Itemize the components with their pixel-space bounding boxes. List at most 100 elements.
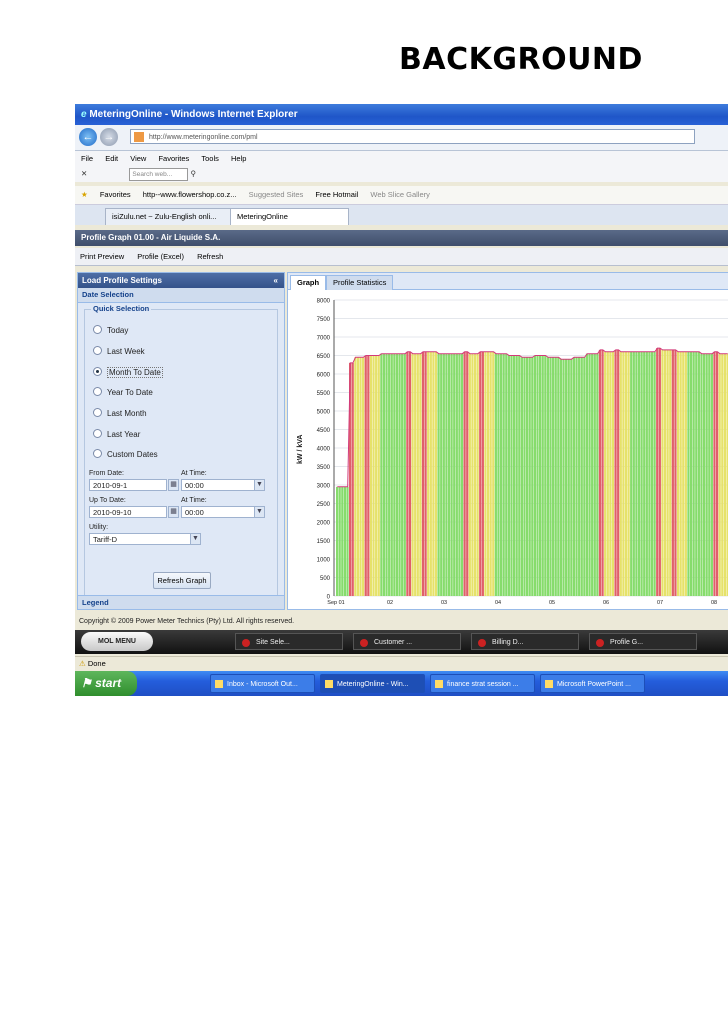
favorite-flowershop[interactable]: http--www.flowershop.co.z... [143,190,237,199]
y-axis-ticks: 0500100015002000250030003500400045005000… [317,299,331,601]
print-preview-button[interactable]: Print Preview [80,252,124,261]
chart-bar [362,357,365,596]
from-time-field[interactable]: 00:00 [181,479,263,491]
chart-bar [692,351,695,596]
chart-bar [559,359,563,596]
chart-bar [544,355,547,596]
close-icon[interactable]: ✕ [81,169,87,178]
favorites-star-icon[interactable]: ★ [81,190,88,199]
tab-profile-statistics[interactable]: Profile Statistics [326,275,394,290]
x-tick-label: 06 [603,600,609,606]
menu-file[interactable]: File [81,154,93,163]
calendar-icon[interactable]: ▦ [168,506,179,518]
favorite-web-slice[interactable]: Web Slice Gallery [370,190,429,199]
chart-bar [635,351,638,596]
quick-selection-legend: Quick Selection [91,304,152,313]
chart-bar [546,357,550,596]
to-date-field[interactable]: 2010-09-10 [89,506,167,518]
y-tick-label: 2000 [317,521,331,527]
radio-last-year[interactable]: Last Year [93,429,140,439]
menu-favorites[interactable]: Favorites [158,154,189,163]
from-time-label: At Time: [181,470,207,477]
chart-bar [583,357,586,596]
tab-graph[interactable]: Graph [290,275,327,290]
menu-view[interactable]: View [130,154,146,163]
chart-bar [570,359,573,596]
forward-icon[interactable]: → [100,128,118,146]
tab-isizulu[interactable]: isiZulu.net ~ Zulu-English onli... [105,208,239,225]
chart-bar [601,349,604,596]
chart-bar [481,351,484,596]
radio-year-to-date[interactable]: Year To Date [93,387,153,397]
refresh-graph-button[interactable]: Refresh Graph [153,572,211,589]
y-tick-label: 6000 [317,373,331,379]
favorites-label[interactable]: Favorites [100,190,131,199]
menu-help[interactable]: Help [231,154,246,163]
utility-select[interactable]: Tariff-D [89,533,199,545]
tab-meteringonline[interactable]: MeteringOnline [230,208,349,225]
radio-month-to-date[interactable]: Month To Date [93,367,163,378]
url-field[interactable]: http://www.meteringonline.com/pml [130,129,695,144]
chart-bar [479,351,482,596]
to-time-field[interactable]: 00:00 [181,506,263,518]
menu-edit[interactable]: Edit [105,154,118,163]
chart-bar [695,351,698,596]
chart-bar [468,353,471,596]
start-label: start [95,676,122,690]
radio-today[interactable]: Today [93,325,128,335]
y-tick-label: 3500 [317,465,331,471]
favorite-hotmail[interactable]: Free Hotmail [315,190,358,199]
slide-title: BACKGROUND [399,42,643,77]
task-inbox[interactable]: Inbox - Microsoft Out... [210,674,315,693]
from-date-field[interactable]: 2010-09-1 [89,479,167,491]
task-customer[interactable]: Customer ... [353,633,461,650]
chevron-down-icon[interactable]: ▼ [190,533,201,545]
chart-bar [661,349,664,596]
date-selection-header[interactable]: Date Selection [78,288,284,303]
ie-logo-icon: e [81,109,87,120]
radio-custom-dates[interactable]: Custom Dates [93,449,158,459]
chart-bar [380,353,383,596]
chart-bar [520,357,523,596]
chart-bar [445,353,448,596]
calendar-icon[interactable]: ▦ [168,479,179,491]
menu-tools[interactable]: Tools [201,154,219,163]
address-bar: ← → http://www.meteringonline.com/pml [75,125,728,151]
chevron-down-icon[interactable]: ▼ [254,479,265,491]
task-finance[interactable]: finance strat session ... [430,674,535,693]
chart-bar [432,351,435,596]
task-site-select[interactable]: Site Sele... [235,633,343,650]
y-tick-label: 1000 [317,558,331,564]
chart-bar [416,353,419,596]
collapse-icon[interactable]: « [274,273,278,288]
task-meteringonline[interactable]: MeteringOnline - Win... [320,674,425,693]
chart-bar [575,357,578,596]
search-icon[interactable]: ⚲ [190,169,196,178]
status-text: Done [87,659,106,668]
chart-bar [440,353,443,596]
utility-label: Utility: [89,524,109,531]
to-time-label: At Time: [181,497,207,504]
task-profile-graph[interactable]: Profile G... [589,633,697,650]
refresh-button[interactable]: Refresh [197,252,223,261]
chart-bar [619,351,622,596]
profile-chart: 0500100015002000250030003500400045005000… [297,299,728,606]
start-button[interactable]: ⚑ start [75,671,137,696]
task-powerpoint[interactable]: Microsoft PowerPoint ... [540,674,645,693]
radio-last-week[interactable]: Last Week [93,346,145,356]
chevron-down-icon[interactable]: ▼ [254,506,265,518]
back-icon[interactable]: ← [79,128,97,146]
profile-excel-button[interactable]: Profile (Excel) [137,252,184,261]
mol-menu-button[interactable]: MOL MENU [81,632,153,651]
task-billing[interactable]: Billing D... [471,633,579,650]
chart-bar [648,351,651,596]
search-input[interactable]: Search web... [129,167,189,181]
favorite-suggested-sites[interactable]: Suggested Sites [249,190,304,199]
radio-last-month[interactable]: Last Month [93,408,147,418]
chart-bar [499,353,503,596]
chart-bar [630,351,633,596]
window-titlebar[interactable]: e MeteringOnline - Windows Internet Expl… [75,104,728,125]
chart-bar [676,351,680,596]
chart-bar [367,355,370,596]
legend-header[interactable]: Legend [78,595,284,609]
